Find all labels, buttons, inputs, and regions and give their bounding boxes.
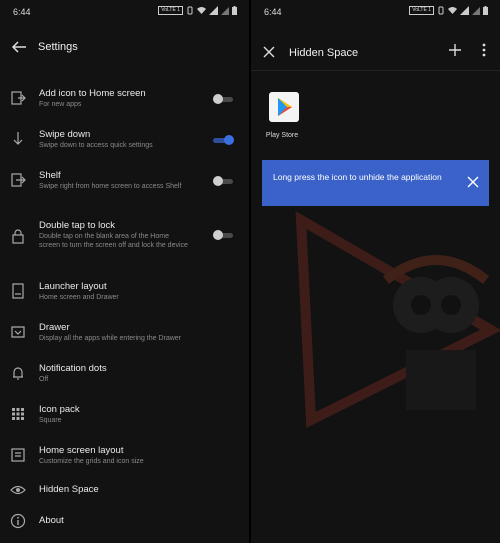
setting-title: Double tap to lock: [39, 220, 116, 231]
add-icon[interactable]: [448, 43, 462, 57]
setting-title: Swipe down: [39, 129, 91, 140]
setting-subtitle: For new apps: [39, 101, 82, 108]
setting-title: Add icon to Home screen: [39, 88, 146, 99]
battery-icon: [483, 6, 488, 15]
close-icon[interactable]: [263, 46, 275, 58]
unhide-tooltip: Long press the icon to unhide the applic…: [262, 160, 489, 206]
grid-icon: [12, 408, 24, 420]
setting-hidden-space[interactable]: Hidden Space: [0, 482, 249, 513]
setting-title: Shelf: [39, 170, 61, 181]
status-bar: 6:44 VoLTE 1: [251, 0, 500, 22]
setting-title: Notification dots: [39, 363, 107, 374]
layout-icon: [12, 283, 24, 299]
home-layout-icon: [11, 448, 25, 462]
setting-swipe-down[interactable]: Swipe down Swipe down to access quick se…: [0, 125, 249, 166]
vibrate-icon: [438, 6, 444, 15]
lock-icon: [12, 229, 24, 244]
setting-title: Icon pack: [39, 404, 80, 415]
app-bar: Settings: [0, 30, 249, 66]
battery-icon: [232, 6, 237, 15]
setting-title: Home screen layout: [39, 445, 124, 456]
signal-2-icon: [221, 7, 229, 15]
volte-badge: VoLTE 1: [409, 6, 434, 15]
bell-icon: [13, 367, 23, 380]
eye-icon: [10, 485, 26, 495]
settings-screen: 6:44 VoLTE 1 Settings Add icon to Home s…: [0, 0, 249, 543]
setting-title: Drawer: [39, 322, 70, 333]
setting-icon-pack[interactable]: Icon pack Square: [0, 400, 249, 441]
page-title: Hidden Space: [289, 47, 359, 59]
setting-launcher-layout[interactable]: Launcher layout Home screen and Drawer: [0, 277, 249, 318]
shelf-toggle[interactable]: [213, 176, 235, 186]
setting-subtitle: Double tap on the blank area of the Home…: [39, 233, 188, 249]
shelf-icon: [11, 173, 26, 187]
settings-list: Add icon to Home screen For new apps Swi…: [0, 84, 249, 543]
double-tap-toggle[interactable]: [213, 230, 235, 240]
setting-subtitle: Swipe right from home screen to access S…: [39, 183, 182, 190]
signal-icon: [460, 6, 469, 15]
close-tooltip-icon[interactable]: [467, 176, 479, 188]
setting-about[interactable]: About: [0, 513, 249, 543]
setting-subtitle: Off: [39, 376, 49, 383]
setting-double-tap[interactable]: Double tap to lock Double tap on the bla…: [0, 216, 249, 277]
add-home-icon: [11, 91, 26, 105]
app-bar: Hidden Space: [251, 30, 500, 71]
swipe-down-toggle[interactable]: [213, 135, 235, 145]
setting-subtitle: Swipe down to access quick settings: [39, 142, 153, 149]
setting-shelf[interactable]: Shelf Swipe right from home screen to ac…: [0, 166, 249, 216]
drawer-icon: [11, 326, 25, 338]
vibrate-icon: [187, 6, 193, 15]
setting-subtitle: Customize the grids and icon size: [39, 458, 144, 465]
status-time: 6:44: [264, 7, 282, 17]
setting-title: Launcher layout: [39, 281, 107, 292]
page-title: Settings: [38, 41, 78, 53]
wifi-icon: [448, 7, 457, 14]
more-options-icon[interactable]: [482, 43, 486, 57]
setting-subtitle: Home screen and Drawer: [39, 294, 119, 301]
status-icons: VoLTE 1: [158, 6, 237, 15]
app-play-store[interactable]: Play Store: [264, 92, 304, 139]
app-label: Play Store: [265, 132, 299, 139]
setting-home-layout[interactable]: Home screen layout Customize the grids a…: [0, 441, 249, 482]
tooltip-message: Long press the icon to unhide the applic…: [273, 172, 442, 182]
back-arrow-icon[interactable]: [10, 38, 28, 56]
setting-title: About: [39, 515, 64, 526]
setting-notification-dots[interactable]: Notification dots Off: [0, 359, 249, 400]
play-store-icon: [269, 92, 299, 122]
wifi-icon: [197, 7, 206, 14]
setting-title: Hidden Space: [39, 484, 99, 495]
info-icon: [10, 513, 26, 529]
signal-2-icon: [472, 7, 480, 15]
setting-subtitle: Square: [39, 417, 62, 424]
watermark-image: [295, 211, 500, 428]
add-icon-toggle[interactable]: [213, 94, 235, 104]
setting-add-icon[interactable]: Add icon to Home screen For new apps: [0, 84, 249, 125]
hidden-space-screen: 6:44 VoLTE 1 Hidden Space Play Store Lon…: [251, 0, 500, 543]
volte-badge: VoLTE 1: [158, 6, 183, 15]
status-time: 6:44: [13, 7, 31, 17]
status-bar: 6:44 VoLTE 1: [0, 0, 249, 22]
signal-icon: [209, 6, 218, 15]
setting-subtitle: Display all the apps while entering the …: [39, 335, 182, 342]
status-icons: VoLTE 1: [409, 6, 488, 15]
swipe-down-icon: [13, 132, 23, 145]
setting-drawer[interactable]: Drawer Display all the apps while enteri…: [0, 318, 249, 359]
